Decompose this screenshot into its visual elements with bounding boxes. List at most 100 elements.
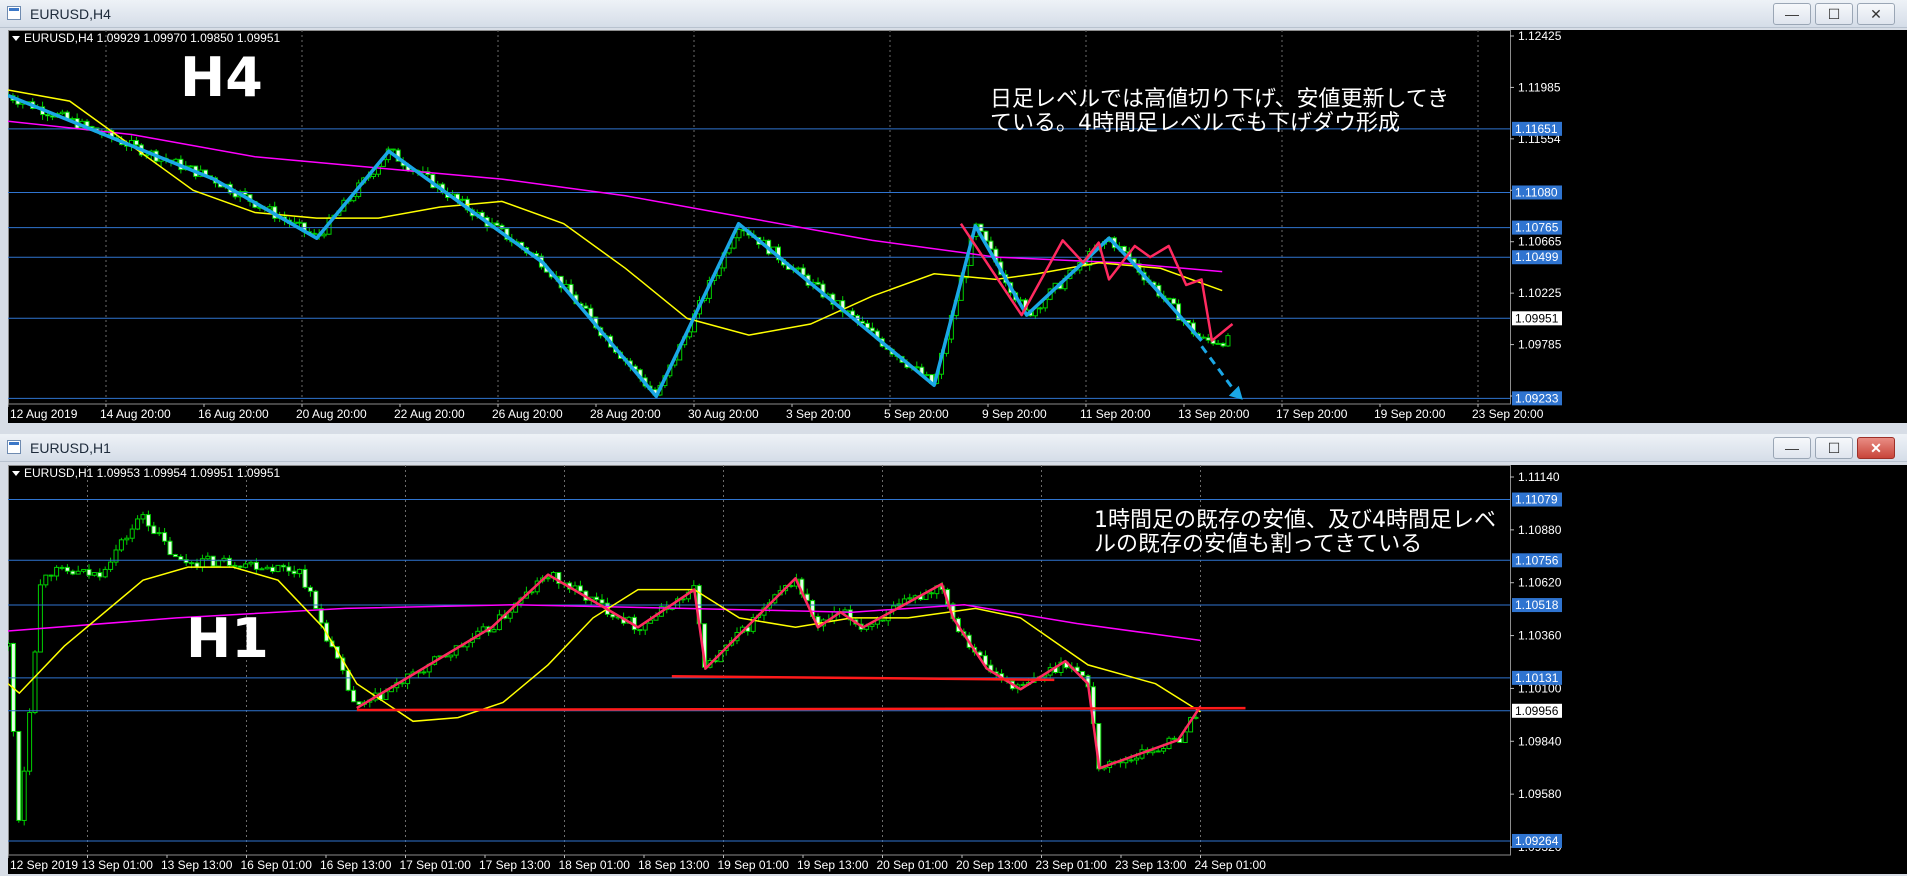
price-level-tag-label: 1.11651 — [1515, 122, 1558, 136]
maximize-button[interactable]: ☐ — [1815, 437, 1853, 459]
candle-body — [8, 642, 11, 647]
candle-body — [226, 557, 232, 566]
close-button[interactable]: ✕ — [1857, 437, 1895, 459]
candle-body — [275, 564, 281, 573]
candle-body — [491, 629, 497, 633]
price-tick-label: 1.10225 — [1518, 286, 1562, 300]
candle-body — [259, 568, 265, 571]
annotation-text: 日足レベルでは高値切り下げ、安値更新してき — [990, 87, 1449, 112]
minimize-button[interactable]: — — [1773, 3, 1811, 25]
candle-body — [1150, 750, 1156, 754]
price-level-tag-label: 1.09233 — [1515, 391, 1559, 405]
candle-body — [108, 561, 114, 570]
candle-body — [21, 770, 27, 821]
price-level-tag-label: 1.09951 — [1515, 311, 1559, 325]
candle-body — [59, 566, 65, 569]
time-tick-label: 19 Sep 01:00 — [718, 858, 790, 872]
candle-body — [237, 565, 243, 568]
h1-chart-svg[interactable]: 1.111401.108801.106201.103601.101001.098… — [8, 465, 1907, 874]
projection-arrow-line — [1200, 345, 1239, 395]
price-axis — [1510, 30, 1907, 404]
close-button[interactable]: ✕ — [1857, 3, 1895, 25]
candle-body — [75, 570, 81, 575]
candle-body — [124, 537, 130, 541]
candle-body — [1161, 748, 1167, 752]
price-level-tag-label: 1.11079 — [1515, 493, 1558, 507]
candle-body — [869, 327, 875, 332]
candle-body — [97, 572, 103, 578]
candle-body — [140, 514, 146, 520]
candle-body — [1171, 298, 1177, 305]
candle-body — [70, 570, 76, 575]
candle-body — [577, 585, 583, 592]
candle-body — [145, 514, 151, 527]
price-tick-label: 1.12425 — [1518, 30, 1562, 43]
candle-body — [45, 114, 51, 117]
price-level-tag-label: 1.10765 — [1515, 221, 1559, 235]
candle-body — [736, 229, 742, 239]
candle-body — [27, 712, 33, 772]
candle-body — [102, 568, 108, 578]
candle-body — [448, 654, 454, 658]
candle-body — [880, 619, 886, 622]
candle-body — [924, 374, 930, 377]
candle-body — [178, 556, 184, 561]
candle-body — [189, 562, 195, 565]
candle-body — [86, 568, 92, 576]
candle-body — [32, 651, 38, 714]
price-level-tag-label: 1.09956 — [1515, 704, 1559, 718]
annotation-text: ている。4時間足レベルでも下げダウ形成 — [990, 111, 1400, 136]
candle-body — [291, 570, 297, 575]
candle-body — [907, 597, 913, 600]
time-tick-label: 26 Aug 20:00 — [492, 407, 563, 421]
time-tick-label: 17 Sep 13:00 — [479, 858, 551, 872]
time-tick-label: 24 Sep 01:00 — [1195, 858, 1267, 872]
candle-body — [313, 590, 319, 610]
time-tick-label: 23 Sep 01:00 — [1036, 858, 1108, 872]
candle-body — [494, 222, 500, 226]
support-line — [356, 706, 1246, 712]
time-tick-label: 14 Aug 20:00 — [100, 407, 171, 421]
h1-titlebar[interactable]: EURUSD,H1 — ☐ ✕ — [0, 434, 1907, 462]
price-level-tag-label: 1.10499 — [1515, 250, 1559, 264]
candle-body — [210, 555, 216, 567]
h4-chart-area[interactable]: 1.124251.119851.115541.111251.106651.102… — [8, 30, 1907, 423]
candle-body — [48, 574, 54, 577]
price-level-tag-label: 1.10518 — [1515, 598, 1559, 612]
price-tick-label: 1.10360 — [1518, 629, 1562, 643]
candle-body — [583, 305, 589, 309]
time-tick-label: 20 Sep 01:00 — [877, 858, 949, 872]
price-tick-label: 1.09840 — [1518, 734, 1562, 748]
candle-body — [172, 554, 178, 558]
chart-info-line: EURUSD,H4 1.09929 1.09970 1.09850 1.0995… — [24, 31, 281, 45]
candle-body — [253, 561, 259, 570]
h4-chart-svg[interactable]: 1.124251.119851.115541.111251.106651.102… — [8, 30, 1907, 423]
price-level-tag-label: 1.10131 — [1515, 671, 1559, 685]
candle-body — [91, 572, 97, 576]
price-tick-label: 1.11140 — [1518, 470, 1560, 484]
candle-body — [1166, 297, 1172, 300]
time-tick-label: 16 Sep 13:00 — [320, 858, 392, 872]
time-tick-label: 19 Sep 20:00 — [1374, 407, 1446, 421]
candle-body — [129, 528, 135, 539]
h4-titlebar[interactable]: EURUSD,H4 — ☐ ✕ — [0, 0, 1907, 28]
h4-chart-window[interactable]: EURUSD,H4 — ☐ ✕ 1.12425 1.11985 1.11554 1.1… — [0, 0, 1907, 425]
candle-body — [81, 568, 87, 572]
candle-body — [1200, 336, 1206, 339]
time-tick-label: 17 Sep 01:00 — [400, 858, 472, 872]
candle-body — [188, 165, 194, 168]
price-tick-label: 1.09580 — [1518, 787, 1562, 801]
time-tick-label: 20 Aug 20:00 — [296, 407, 367, 421]
candle-body — [1225, 335, 1231, 347]
minimize-button[interactable]: — — [1773, 437, 1811, 459]
time-tick-label: 16 Aug 20:00 — [198, 407, 269, 421]
h1-chart-area[interactable]: 1.11140 1.10880 1.10620 1.10360 1.10100 1.098… — [8, 465, 1907, 874]
maximize-button[interactable]: ☐ — [1815, 3, 1853, 25]
h4-window-title: EURUSD,H4 — [30, 6, 111, 22]
candle-body — [1220, 342, 1226, 347]
h1-chart-window[interactable]: EURUSD,H1 — ☐ ✕ 1.11140 1.10880 1.10620 1.1… — [0, 434, 1907, 876]
time-tick-label: 13 Sep 01:00 — [82, 858, 154, 872]
candle-body — [594, 596, 600, 601]
price-tick-label: 1.11985 — [1518, 80, 1561, 94]
candle-body — [356, 701, 362, 705]
